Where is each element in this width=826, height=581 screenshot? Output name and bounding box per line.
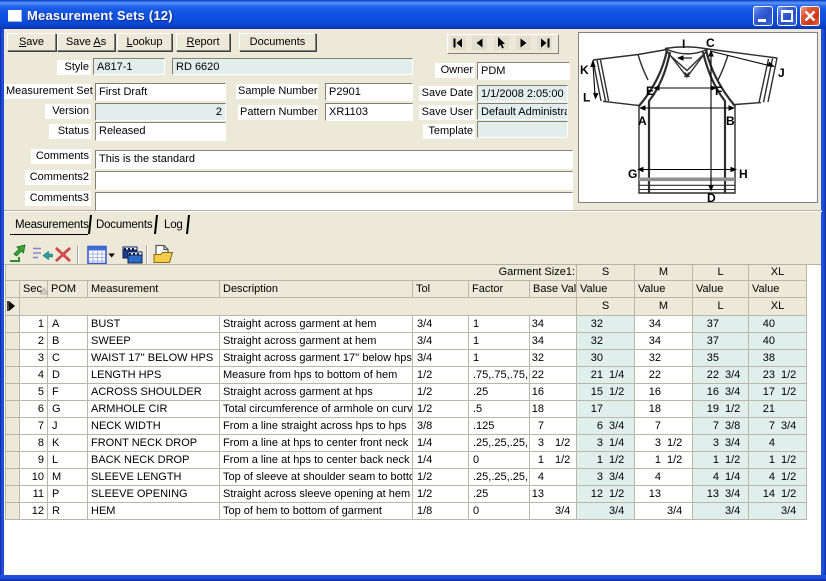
svg-text:L: L: [583, 91, 590, 105]
svg-text:J: J: [778, 66, 785, 80]
svg-text:I: I: [682, 37, 685, 51]
svg-text:D: D: [707, 191, 716, 202]
svg-text:A: A: [638, 114, 647, 128]
svg-text:H: H: [739, 167, 748, 181]
svg-text:F: F: [715, 84, 722, 98]
svg-text:K: K: [580, 63, 589, 77]
svg-text:B: B: [726, 114, 735, 128]
svg-text:C: C: [706, 36, 715, 50]
svg-text:G: G: [628, 167, 637, 181]
svg-text:E: E: [646, 84, 654, 98]
